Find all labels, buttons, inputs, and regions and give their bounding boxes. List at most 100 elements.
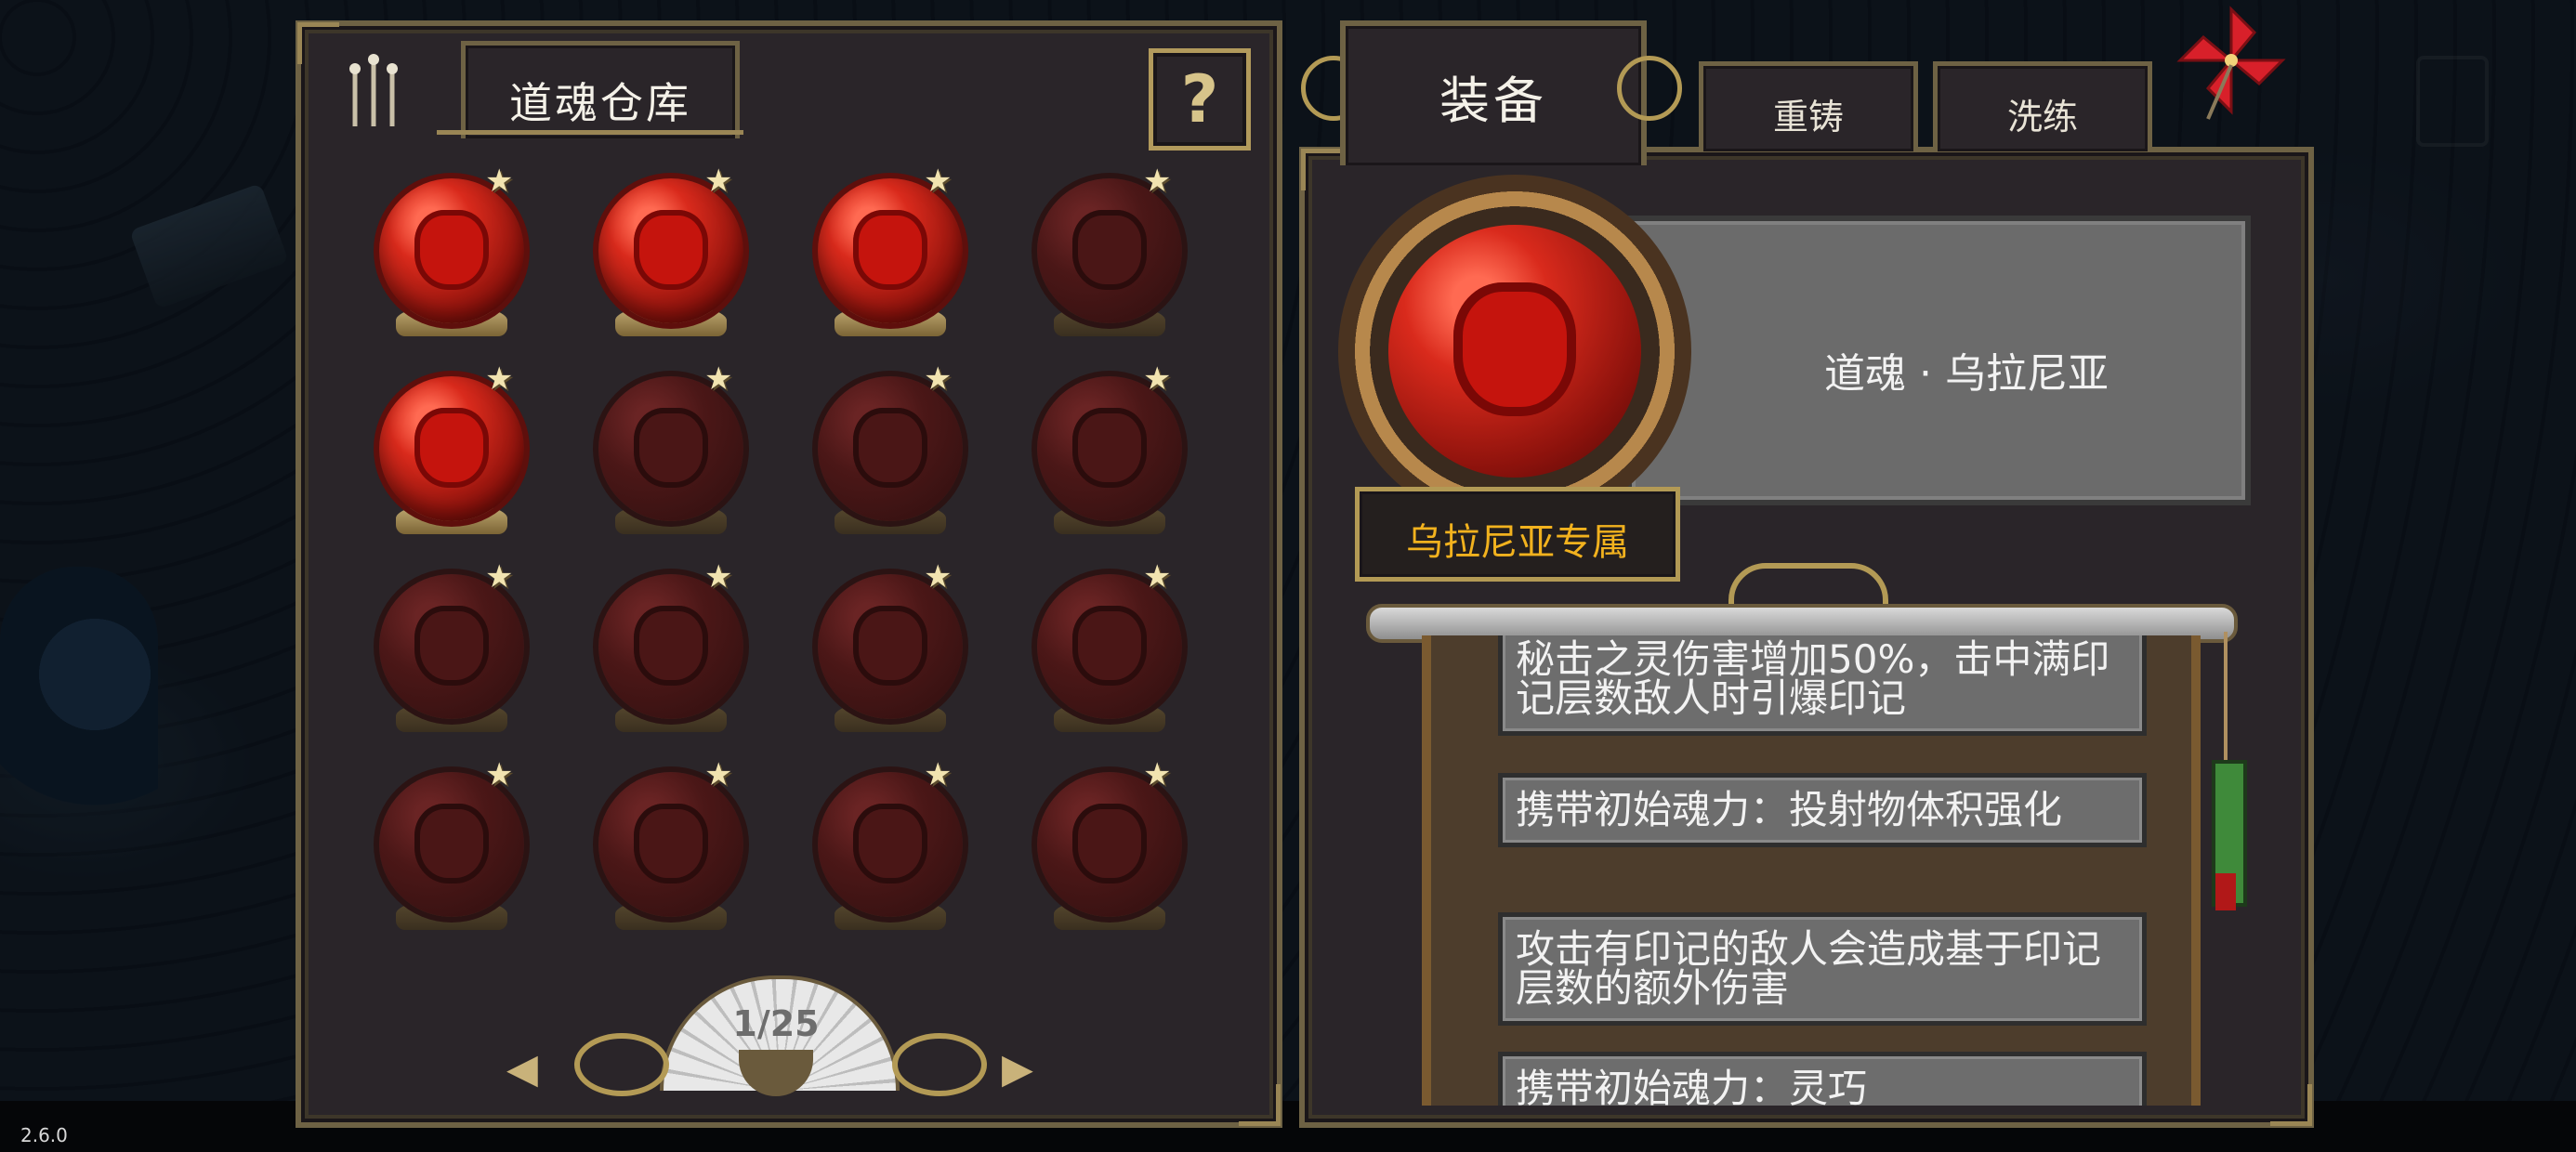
soul-slot[interactable]: ★ [801, 363, 968, 549]
panel-corner-ornament [1301, 149, 1343, 190]
soul-orb [1037, 376, 1182, 521]
tab-refine[interactable]: 洗练 [1933, 61, 2152, 151]
star-icon: ★ [1143, 558, 1172, 596]
tassel-string [2224, 632, 2228, 762]
star-icon: ★ [1143, 756, 1172, 793]
soul-name: 道魂 · 乌拉尼亚 [1824, 350, 2109, 398]
star-icon: ★ [704, 163, 733, 200]
exclusive-label: 乌拉尼亚专属 [1406, 521, 1629, 564]
soul-portrait-icon [1072, 804, 1147, 884]
star-icon: ★ [924, 163, 953, 200]
soul-slot[interactable]: ★ [582, 363, 749, 549]
spirit-icon [336, 52, 420, 136]
star-icon: ★ [485, 558, 514, 596]
star-icon: ★ [704, 558, 733, 596]
tab-equip[interactable]: 装备 [1340, 20, 1647, 165]
star-icon: ★ [485, 756, 514, 793]
star-icon: ★ [1143, 360, 1172, 398]
soul-slot[interactable]: ★ [582, 165, 749, 351]
soul-portrait-icon [634, 804, 708, 884]
help-button[interactable]: ? [1149, 48, 1251, 151]
soul-orb [379, 574, 524, 719]
question-icon: ? [1180, 61, 1219, 137]
star-icon: ★ [924, 360, 953, 398]
effect-item: 攻击有印记的敌人会造成基于印记层数的额外伤害 [1498, 912, 2147, 1026]
soul-slot[interactable]: ★ [582, 561, 749, 747]
tab-recast-label: 重铸 [1772, 97, 1844, 137]
soul-orb [1037, 772, 1182, 917]
star-icon: ★ [485, 163, 514, 200]
soul-slot[interactable]: ★ [801, 759, 968, 945]
soul-slot[interactable]: ★ [801, 165, 968, 351]
soul-slot[interactable]: ★ [1020, 363, 1188, 549]
soul-portrait-icon [853, 606, 927, 686]
selected-soul-orb [1388, 225, 1641, 478]
soul-portrait-icon [853, 210, 927, 290]
panel-corner-ornament [2270, 1084, 2312, 1126]
star-icon: ★ [704, 756, 733, 793]
star-icon: ★ [485, 360, 514, 398]
ornament-left [574, 1033, 669, 1096]
soul-orb [818, 772, 963, 917]
soul-portrait-icon [853, 804, 927, 884]
soul-orb [1037, 178, 1182, 323]
star-icon: ★ [924, 756, 953, 793]
soul-grid: ★ ★ ★ ★ ★ ★ ★ ★ ★ ★ ★ ★ ★ ★ ★ ★ [362, 165, 1182, 983]
soul-orb [598, 574, 743, 719]
star-icon: ★ [704, 360, 733, 398]
tab-ornament [1617, 56, 1682, 121]
star-icon: ★ [924, 558, 953, 596]
soul-slot[interactable]: ★ [1020, 165, 1188, 351]
effect-item: 秘击之灵伤害增加50%，击中满印记层数敌人时引爆印记 [1498, 635, 2147, 736]
tassel-end [2215, 873, 2236, 910]
warehouse-title-tab: 道魂仓库 [461, 41, 740, 138]
soul-orb [818, 574, 963, 719]
effect-item: 携带初始魂力：灵巧 [1498, 1052, 2147, 1106]
soul-orb [379, 178, 524, 323]
pinwheel-icon [2176, 6, 2286, 120]
soul-orb [598, 772, 743, 917]
soul-portrait-icon [634, 210, 708, 290]
soul-portrait-icon [634, 408, 708, 488]
soul-orb [379, 376, 524, 521]
soul-portrait-icon [1453, 282, 1576, 416]
soul-slot[interactable]: ★ [801, 561, 968, 747]
soul-portrait-icon [1072, 606, 1147, 686]
next-page-button[interactable]: ▶ [1002, 1045, 1033, 1093]
prev-page-button[interactable]: ◀ [506, 1045, 538, 1093]
tab-equip-label: 装备 [1439, 72, 1547, 130]
soul-orb [379, 772, 524, 917]
effects-scroll[interactable]: 秘击之灵伤害增加50%，击中满印记层数敌人时引爆印记 携带初始魂力：投射物体积强… [1422, 635, 2201, 1106]
soul-slot[interactable]: ★ [362, 165, 530, 351]
exclusive-badge: 乌拉尼亚专属 [1355, 487, 1680, 582]
ornament-right [892, 1033, 987, 1096]
soul-slot[interactable]: ★ [1020, 759, 1188, 945]
soul-orb [818, 178, 963, 323]
tab-recast[interactable]: 重铸 [1699, 61, 1918, 151]
panel-corner-ornament [297, 22, 339, 64]
tab-refine-label: 洗练 [2006, 97, 2078, 137]
soul-orb [818, 376, 963, 521]
soul-slot[interactable]: ★ [362, 561, 530, 747]
effect-item: 携带初始魂力：投射物体积强化 [1498, 773, 2147, 847]
soul-orb [1037, 574, 1182, 719]
warehouse-title: 道魂仓库 [509, 78, 691, 128]
soul-orb [598, 376, 743, 521]
soul-portrait-icon [414, 210, 489, 290]
soul-portrait-icon [634, 606, 708, 686]
close-button[interactable] [2171, 0, 2292, 121]
soul-portrait-icon [853, 408, 927, 488]
title-underline [437, 130, 743, 135]
soul-slot[interactable]: ★ [1020, 561, 1188, 747]
soul-portrait-icon [414, 606, 489, 686]
version-label: 2.6.0 [20, 1124, 68, 1146]
soul-portrait-icon [1072, 210, 1147, 290]
soul-orb [598, 178, 743, 323]
panel-corner-ornament [1239, 1084, 1281, 1126]
soul-slot[interactable]: ★ [362, 759, 530, 945]
soul-slot[interactable]: ★ [582, 759, 749, 945]
soul-name-box: 道魂 · 乌拉尼亚 [1626, 216, 2251, 505]
soul-portrait-icon [1072, 408, 1147, 488]
soul-portrait-icon [414, 804, 489, 884]
soul-slot[interactable]: ★ [362, 363, 530, 549]
